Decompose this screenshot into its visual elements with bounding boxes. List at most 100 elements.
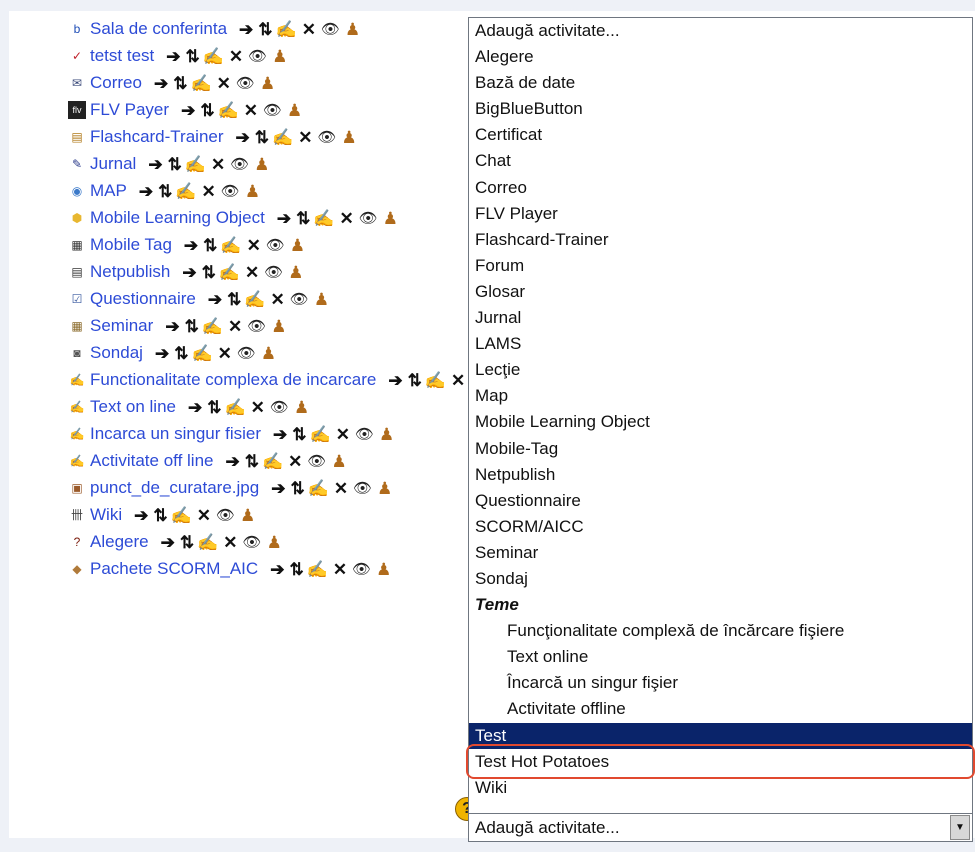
eye-icon[interactable]: 👁 [264, 265, 283, 280]
activity-link[interactable]: punct_de_curatare.jpg [90, 478, 259, 498]
edit-icon[interactable]: ✍ [425, 372, 446, 389]
assign-roles-icon[interactable]: ♟ [345, 21, 360, 38]
delete-icon[interactable]: ✕ [247, 237, 261, 254]
dropdown-option[interactable]: Test Hot Potatoes [469, 749, 972, 775]
edit-icon[interactable]: ✍ [276, 21, 297, 38]
assign-roles-icon[interactable]: ♟ [267, 534, 282, 551]
delete-icon[interactable]: ✕ [229, 48, 243, 65]
move-updown-icon[interactable]: ⇅ [227, 291, 241, 308]
edit-icon[interactable]: ✍ [175, 183, 196, 200]
assign-roles-icon[interactable]: ♟ [383, 210, 398, 227]
delete-icon[interactable]: ✕ [218, 345, 232, 362]
move-updown-icon[interactable]: ⇅ [185, 318, 199, 335]
dropdown-option[interactable]: Flashcard-Trainer [469, 227, 972, 253]
move-right-icon[interactable]: ➔ [184, 237, 198, 254]
dropdown-option[interactable]: Mobile-Tag [469, 436, 972, 462]
move-updown-icon[interactable]: ⇅ [202, 264, 216, 281]
delete-icon[interactable]: ✕ [202, 183, 216, 200]
move-right-icon[interactable]: ➔ [166, 48, 180, 65]
activity-link[interactable]: FLV Payer [90, 100, 169, 120]
edit-icon[interactable]: ✍ [310, 426, 331, 443]
move-updown-icon[interactable]: ⇅ [290, 480, 304, 497]
activity-link[interactable]: MAP [90, 181, 127, 201]
edit-icon[interactable]: ✍ [185, 156, 206, 173]
add-activity-select[interactable]: Adaugă activitate... ▼ [468, 813, 973, 842]
move-right-icon[interactable]: ➔ [225, 453, 239, 470]
delete-icon[interactable]: ✕ [333, 561, 347, 578]
move-updown-icon[interactable]: ⇅ [289, 561, 303, 578]
eye-icon[interactable]: 👁 [270, 400, 289, 415]
dropdown-option[interactable]: Wiki [469, 775, 972, 801]
delete-icon[interactable]: ✕ [271, 291, 285, 308]
assign-roles-icon[interactable]: ♟ [240, 507, 255, 524]
delete-icon[interactable]: ✕ [223, 534, 237, 551]
dropdown-option[interactable]: Activitate offline [469, 696, 972, 722]
activity-link[interactable]: Text on line [90, 397, 176, 417]
activity-link[interactable]: Questionnaire [90, 289, 196, 309]
edit-icon[interactable]: ✍ [197, 534, 218, 551]
dropdown-option[interactable]: Netpublish [469, 462, 972, 488]
delete-icon[interactable]: ✕ [244, 102, 258, 119]
edit-icon[interactable]: ✍ [308, 480, 329, 497]
move-right-icon[interactable]: ➔ [165, 318, 179, 335]
eye-icon[interactable]: 👁 [307, 454, 326, 469]
eye-icon[interactable]: 👁 [266, 238, 285, 253]
move-updown-icon[interactable]: ⇅ [168, 156, 182, 173]
move-right-icon[interactable]: ➔ [154, 75, 168, 92]
dropdown-option[interactable]: Text online [469, 644, 972, 670]
activity-link[interactable]: Activitate off line [90, 451, 213, 471]
eye-icon[interactable]: 👁 [243, 535, 262, 550]
eye-icon[interactable]: 👁 [236, 76, 255, 91]
dropdown-option[interactable]: Lecţie [469, 357, 972, 383]
eye-icon[interactable]: 👁 [248, 49, 267, 64]
chevron-down-icon[interactable]: ▼ [950, 815, 970, 840]
move-updown-icon[interactable]: ⇅ [153, 507, 167, 524]
add-activity-dropdown-list[interactable]: Adaugă activitate... Alegere Bază de date B… [468, 17, 973, 814]
move-right-icon[interactable]: ➔ [208, 291, 222, 308]
assign-roles-icon[interactable]: ♟ [314, 291, 329, 308]
dropdown-option[interactable]: SCORM/AICC [469, 514, 972, 540]
activity-link[interactable]: Jurnal [90, 154, 136, 174]
activity-link[interactable]: Alegere [90, 532, 149, 552]
move-updown-icon[interactable]: ⇅ [180, 534, 194, 551]
delete-icon[interactable]: ✕ [245, 264, 259, 281]
delete-icon[interactable]: ✕ [340, 210, 354, 227]
assign-roles-icon[interactable]: ♟ [254, 156, 269, 173]
edit-icon[interactable]: ✍ [218, 102, 239, 119]
edit-icon[interactable]: ✍ [191, 345, 212, 362]
dropdown-option[interactable]: Map [469, 383, 972, 409]
delete-icon[interactable]: ✕ [251, 399, 265, 416]
edit-icon[interactable]: ✍ [225, 399, 246, 416]
move-updown-icon[interactable]: ⇅ [186, 48, 200, 65]
edit-icon[interactable]: ✍ [203, 48, 224, 65]
dropdown-option[interactable]: Certificat [469, 122, 972, 148]
move-right-icon[interactable]: ➔ [181, 102, 195, 119]
move-right-icon[interactable]: ➔ [271, 480, 285, 497]
assign-roles-icon[interactable]: ♟ [331, 453, 346, 470]
edit-icon[interactable]: ✍ [190, 75, 211, 92]
eye-icon[interactable]: 👁 [353, 481, 372, 496]
dropdown-option[interactable]: Mobile Learning Object [469, 409, 972, 435]
dropdown-option[interactable]: FLV Player [469, 201, 972, 227]
delete-icon[interactable]: ✕ [211, 156, 225, 173]
activity-link[interactable]: Mobile Learning Object [90, 208, 265, 228]
move-right-icon[interactable]: ➔ [182, 264, 196, 281]
dropdown-option[interactable]: Adaugă activitate... [469, 18, 972, 44]
move-right-icon[interactable]: ➔ [148, 156, 162, 173]
move-updown-icon[interactable]: ⇅ [174, 345, 188, 362]
activity-link[interactable]: Pachete SCORM_AIC [90, 559, 258, 579]
move-updown-icon[interactable]: ⇅ [408, 372, 422, 389]
dropdown-option[interactable]: Glosar [469, 279, 972, 305]
dropdown-option[interactable]: Funcţionalitate complexă de încărcare fi… [469, 618, 972, 644]
move-updown-icon[interactable]: ⇅ [200, 102, 214, 119]
dropdown-option[interactable]: Test [469, 722, 972, 749]
eye-icon[interactable]: 👁 [290, 292, 309, 307]
edit-icon[interactable]: ✍ [202, 318, 223, 335]
move-right-icon[interactable]: ➔ [239, 21, 253, 38]
delete-icon[interactable]: ✕ [302, 21, 316, 38]
edit-icon[interactable]: ✍ [219, 264, 240, 281]
dropdown-option[interactable]: Chat [469, 148, 972, 174]
edit-icon[interactable]: ✍ [307, 561, 328, 578]
delete-icon[interactable]: ✕ [334, 480, 348, 497]
dropdown-option[interactable]: Bază de date [469, 70, 972, 96]
